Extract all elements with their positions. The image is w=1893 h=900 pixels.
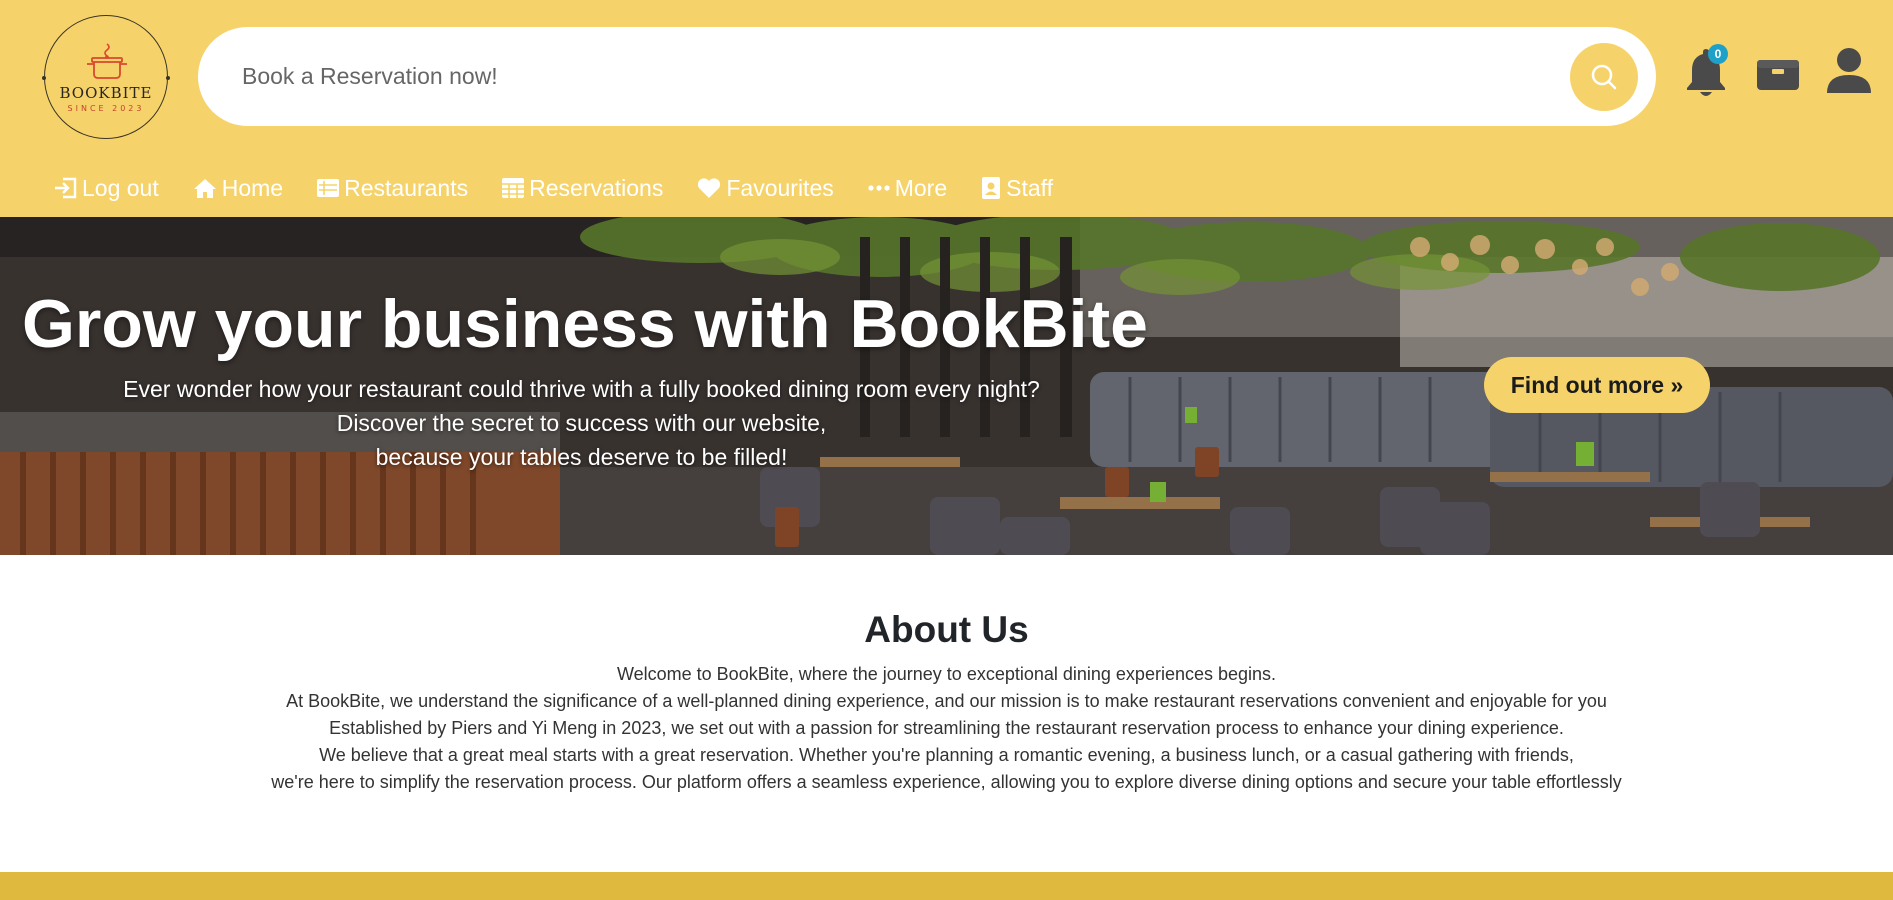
nav-item-favourites[interactable]: Favourites [696,174,834,202]
calendar-icon [502,178,525,198]
about-us-heading: About Us [864,609,1029,650]
nav-item-label: Staff [1006,174,1054,201]
cooking-pot-icon [87,43,127,79]
id-badge-icon [982,177,1001,199]
user-icon [1827,48,1871,93]
nav-item-label: Restaurants [344,174,469,201]
about-us-text: Welcome to BookBite, where the journey t… [0,661,1893,796]
nav-item-log-out[interactable]: Log out [54,175,159,202]
logo-wordmark: BOOKBITE [59,84,153,102]
footer-bar [0,872,1893,900]
search-button[interactable] [1570,43,1638,111]
hero-description: Ever wonder how your restaurant could th… [100,372,1063,474]
notification-count-badge: 0 [1708,44,1728,64]
bookbite-logo[interactable]: BOOKBITE SINCE 2023 [42,15,170,139]
search-input[interactable] [242,55,1542,97]
wallet-icon [1757,60,1799,90]
home-icon [193,179,216,198]
hero-line: Ever wonder how your restaurant could th… [123,376,1040,402]
nav-item-restaurants[interactable]: Restaurants [316,175,468,202]
main-navigation: Log out Home Restaurants Reservations Fa… [54,172,1086,204]
logout-icon [55,177,77,199]
nav-item-reservations[interactable]: Reservations [501,175,663,202]
search-icon [1591,64,1617,90]
nav-item-label: Home [221,174,284,201]
nav-item-staff[interactable]: Staff [980,175,1053,202]
find-out-more-button[interactable]: Find out more » [1484,357,1710,413]
nav-item-label: Favourites [726,174,834,201]
hero-line: Discover the secret to success with our … [336,410,827,436]
hero-line: because your tables deserve to be filled… [375,444,788,470]
logo-dot [42,76,46,80]
hero-title: Grow your business with BookBite [22,286,1148,362]
logo-tagline: SINCE 2023 [67,104,145,113]
nav-item-label: More [894,174,948,201]
site-header: BOOKBITE SINCE 2023 0 [0,0,1893,217]
nav-item-home[interactable]: Home [192,175,283,202]
nav-item-label: Log out [82,174,159,201]
about-line: At BookBite, we understand the significa… [286,691,1607,711]
nav-item-label: Reservations [529,174,664,201]
logo-dot [166,76,170,80]
about-line: Welcome to BookBite, where the journey t… [616,664,1277,684]
ellipsis-icon [868,185,890,191]
heart-icon [698,178,721,198]
profile-button[interactable] [1826,47,1872,98]
about-line: we're here to simplify the reservation p… [271,772,1622,792]
nav-item-more[interactable]: More [867,175,947,202]
hero-banner: Grow your business with BookBite Ever wo… [0,217,1893,555]
wallet-button[interactable] [1755,58,1801,97]
search-bar [198,27,1656,126]
about-line: Established by Piers and Yi Meng in 2023… [329,718,1564,738]
list-icon [317,179,340,197]
about-line: We believe that a great meal starts with… [319,745,1574,765]
